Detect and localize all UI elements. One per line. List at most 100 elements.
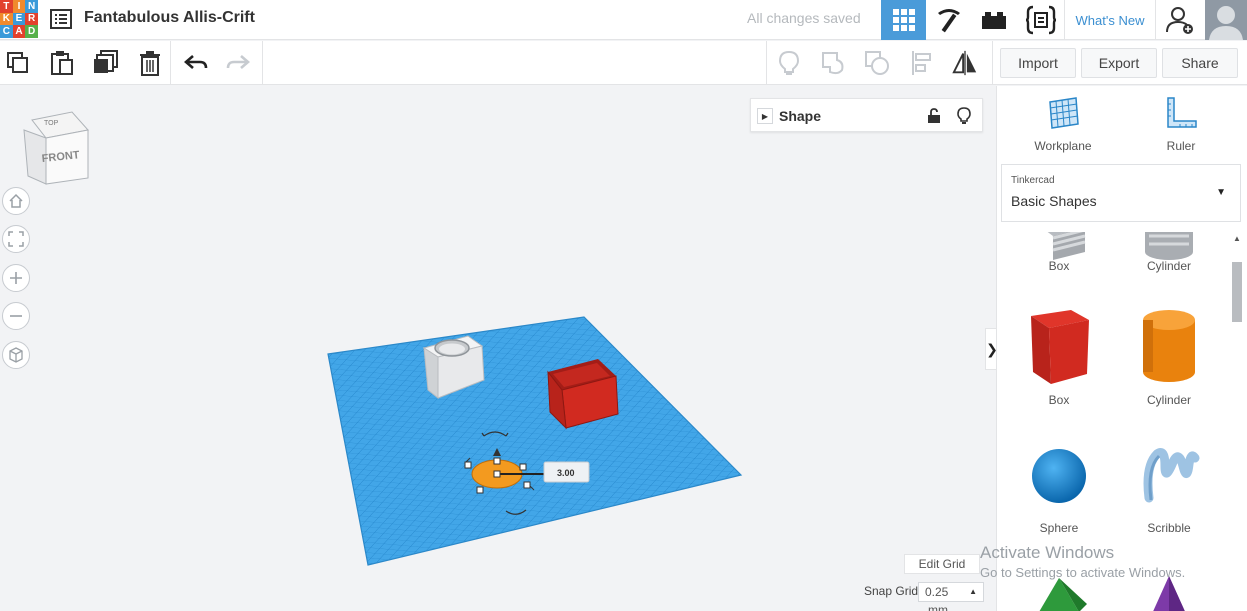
logo-letter: R (25, 12, 38, 26)
logo-letter: I (12, 0, 26, 13)
shapes-scrollbar[interactable]: ▲ (1230, 232, 1244, 611)
grid-icon (892, 9, 915, 31)
mirror-button[interactable] (951, 49, 979, 77)
snap-grid-select[interactable]: 0.25 ▲ (918, 582, 984, 602)
orange-cylinder-icon (1143, 310, 1195, 382)
brick-icon (981, 12, 1006, 29)
delete-button[interactable] (136, 49, 164, 77)
lightbulb-icon (778, 50, 800, 75)
toolbar-divider (992, 41, 993, 85)
workplane-scene[interactable]: 3.00 (0, 86, 995, 611)
pickaxe-icon (937, 9, 960, 33)
bricks-view-button[interactable] (971, 0, 1016, 40)
share-button[interactable]: Share (1162, 48, 1238, 78)
workplane-icon (1049, 97, 1079, 129)
shape-label: Cylinder (1146, 393, 1191, 407)
sphere-icon (1032, 449, 1086, 503)
shape-label: Sphere (1039, 521, 1079, 535)
snap-grid-unit: mm (928, 603, 948, 611)
dimension-input[interactable]: 3.00 (543, 461, 590, 483)
library-name: Basic Shapes (1011, 193, 1097, 209)
shape-cylinder-hole[interactable]: Cylinder (1119, 232, 1219, 273)
expand-shape-panel-button[interactable]: ▶ (757, 108, 773, 124)
logo-letter: N (25, 0, 38, 13)
shape-box[interactable]: Box (1009, 304, 1109, 407)
shape-cylinder[interactable]: Cylinder (1119, 304, 1219, 407)
code-blocks-icon (1025, 5, 1056, 35)
redo-icon (226, 55, 250, 69)
paste-button[interactable] (48, 49, 76, 77)
whats-new-link[interactable]: What's New (1064, 0, 1156, 40)
caret-up-icon: ▲ (969, 587, 977, 596)
shape-scribble[interactable]: Scribble (1119, 436, 1219, 535)
save-status: All changes saved (747, 10, 861, 26)
edit-toolbar: Import Export Share (0, 41, 1247, 85)
minecraft-view-button[interactable] (926, 0, 971, 40)
copy-button[interactable] (4, 49, 32, 77)
redo-button[interactable] (224, 49, 252, 77)
duplicate-button[interactable] (92, 49, 120, 77)
import-button[interactable]: Import (1000, 48, 1076, 78)
shape-cone[interactable] (1119, 572, 1219, 611)
shape-sphere[interactable]: Sphere (1009, 436, 1109, 535)
ungroup-icon (865, 51, 889, 75)
undo-icon (184, 55, 208, 69)
snap-grid-label: Snap Grid (864, 584, 919, 598)
trash-icon (140, 51, 160, 76)
shape-label: Box (1048, 393, 1070, 407)
ungroup-button[interactable] (863, 49, 891, 77)
codeblocks-view-button[interactable] (1018, 0, 1063, 40)
show-all-button[interactable] (775, 49, 803, 77)
user-add-icon (1166, 7, 1193, 34)
undo-button[interactable] (182, 49, 210, 77)
top-bar: T I N K E R C A D Fantabulous Allis-Crif… (0, 0, 1247, 40)
logo-letter: K (0, 12, 13, 26)
design-list-icon[interactable] (50, 9, 72, 29)
tinkercad-editor: T I N K E R C A D Fantabulous Allis-Crif… (0, 0, 1247, 611)
tinkercad-logo[interactable]: T I N K E R C A D (0, 0, 38, 38)
dimension-value: 3.00 (557, 468, 575, 478)
snap-grid-value: 0.25 (925, 585, 949, 599)
toolbar-divider (170, 41, 171, 85)
lock-icon[interactable] (927, 108, 941, 124)
align-icon (912, 51, 931, 75)
workplane-tool[interactable]: Workplane (1028, 96, 1098, 153)
duplicate-icon (94, 50, 118, 73)
group-icon (822, 52, 844, 75)
add-collaborator-button[interactable] (1158, 0, 1202, 40)
copy-icon (7, 52, 28, 73)
align-button[interactable] (908, 49, 936, 77)
toolbar-divider (766, 41, 767, 85)
shape-library-dropdown[interactable]: Tinkercad Basic Shapes ▼ (1001, 164, 1241, 222)
paste-icon (51, 51, 73, 75)
scribble-icon (1143, 448, 1200, 503)
dropdown-caret-icon: ▼ (1216, 187, 1226, 198)
logo-letter: E (12, 12, 26, 26)
shapes-panel: Workplane Ruler Tinkercad Basic Shapes ▼… (996, 86, 1247, 611)
scrollbar-thumb[interactable] (1232, 262, 1242, 322)
ruler-tool[interactable]: Ruler (1146, 96, 1216, 153)
purple-cone-icon (1153, 576, 1185, 611)
logo-letter: C (0, 25, 13, 38)
shape-box-hole[interactable]: Box (1009, 232, 1109, 273)
user-avatar[interactable] (1205, 0, 1247, 40)
library-category: Tinkercad (1011, 175, 1055, 186)
export-button[interactable]: Export (1081, 48, 1157, 78)
3d-viewport[interactable]: TOP FRONT 3.00 ▶ Shape ❯ Edit Grid Snap … (0, 86, 999, 611)
visibility-lightbulb-icon[interactable] (957, 107, 971, 125)
shape-label: Scribble (1147, 521, 1191, 535)
shape-panel-title: Shape (779, 108, 822, 124)
shape-grid: Box Cylinder Box Cylinder Sphere Scribbl… (997, 232, 1235, 611)
scroll-up-icon[interactable]: ▲ (1233, 234, 1241, 243)
3d-design-view-button[interactable] (881, 0, 926, 40)
group-button[interactable] (819, 49, 847, 77)
edit-grid-button[interactable]: Edit Grid (904, 554, 980, 574)
box-hole-icon (1047, 232, 1086, 260)
design-title[interactable]: Fantabulous Allis-Crift (84, 9, 255, 27)
ruler-label: Ruler (1166, 139, 1196, 153)
shape-roof[interactable] (1009, 572, 1109, 611)
shape-inspector-panel: ▶ Shape (750, 98, 983, 132)
workplane-label: Workplane (1034, 139, 1092, 153)
red-box-icon (1031, 310, 1089, 384)
cylinder-hole-icon (1145, 232, 1193, 260)
